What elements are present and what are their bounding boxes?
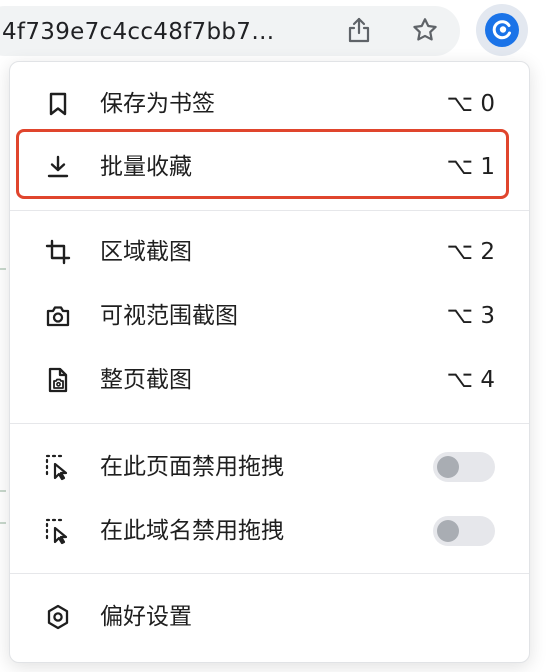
divider — [10, 573, 529, 574]
share-icon[interactable] — [342, 13, 376, 47]
toggle-knob — [437, 456, 459, 478]
disable-drag-domain-toggle[interactable] — [433, 516, 495, 546]
shortcut-label: ⌥ 0 — [446, 91, 495, 117]
extension-menu: 保存为书签 ⌥ 0 批量收藏 ⌥ 1 区域截图 ⌥ 2 可视范围截图 ⌥ 3 整… — [9, 61, 530, 663]
menu-item-label: 整页截图 — [100, 367, 192, 393]
menu-item-label: 区域截图 — [100, 239, 192, 265]
settings-icon — [44, 603, 72, 631]
background-mark — [0, 490, 6, 492]
menu-item-fullpage-capture[interactable]: 整页截图 ⌥ 4 — [10, 348, 529, 412]
shortcut-label: ⌥ 4 — [446, 367, 495, 393]
browser-toolbar: 4f739e7c4cc48f7bb7… — [0, 0, 546, 60]
shortcut-label: ⌥ 1 — [446, 154, 495, 180]
menu-item-bookmark[interactable]: 保存为书签 ⌥ 0 — [10, 72, 529, 136]
url-text: 4f739e7c4cc48f7bb7… — [2, 19, 275, 45]
divider — [10, 210, 529, 211]
menu-item-disable-drag-page[interactable]: 在此页面禁用拖拽 — [10, 435, 529, 499]
menu-item-label: 保存为书签 — [100, 91, 215, 117]
drag-select-icon — [44, 517, 72, 545]
address-bar[interactable]: 4f739e7c4cc48f7bb7… — [0, 6, 460, 56]
menu-item-label: 批量收藏 — [100, 154, 192, 180]
extension-button[interactable] — [476, 4, 528, 56]
menu-item-label: 在此域名禁用拖拽 — [100, 518, 284, 544]
drag-select-icon — [44, 453, 72, 481]
bookmark-icon — [44, 90, 72, 118]
menu-item-label: 在此页面禁用拖拽 — [100, 454, 284, 480]
download-icon — [44, 153, 72, 181]
background-mark — [0, 522, 6, 524]
shortcut-label: ⌥ 3 — [446, 303, 495, 329]
menu-item-label: 偏好设置 — [100, 604, 192, 630]
page-capture-icon — [44, 366, 72, 394]
menu-item-disable-drag-domain[interactable]: 在此域名禁用拖拽 — [10, 499, 529, 563]
disable-drag-page-toggle[interactable] — [433, 452, 495, 482]
divider — [10, 423, 529, 424]
menu-item-label: 可视范围截图 — [100, 303, 238, 329]
camera-icon — [44, 302, 72, 330]
menu-item-visible-capture[interactable]: 可视范围截图 ⌥ 3 — [10, 284, 529, 348]
shortcut-label: ⌥ 2 — [446, 239, 495, 265]
toggle-knob — [437, 520, 459, 542]
background-mark — [0, 268, 6, 270]
crop-icon — [44, 238, 72, 266]
menu-item-region-capture[interactable]: 区域截图 ⌥ 2 — [10, 220, 529, 284]
menu-item-batch-collect[interactable]: 批量收藏 ⌥ 1 — [10, 135, 529, 199]
star-icon[interactable] — [408, 13, 442, 47]
extension-icon — [485, 13, 519, 47]
menu-item-preferences[interactable]: 偏好设置 — [10, 585, 529, 649]
